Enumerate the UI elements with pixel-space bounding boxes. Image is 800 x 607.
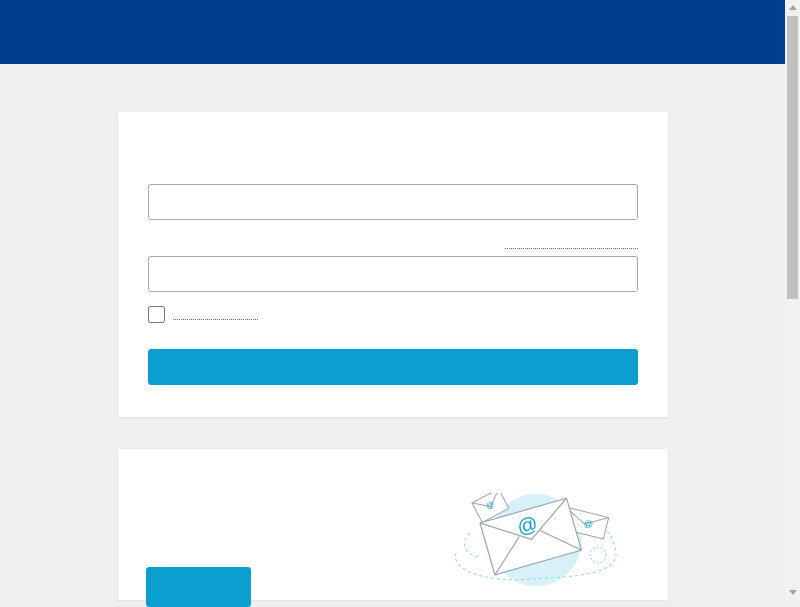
remember-me-checkbox[interactable] [148,306,165,323]
scroll-up-arrow-icon[interactable] [789,5,797,10]
promo-card: @ @ @ [118,449,668,607]
forgot-password-link[interactable] [505,248,638,249]
login-submit-button[interactable] [148,349,638,385]
top-header-bar [0,0,785,64]
remember-me-label[interactable] [173,319,258,320]
username-input[interactable] [148,184,638,220]
login-card [118,112,668,417]
scroll-thumb[interactable] [787,16,798,299]
password-input[interactable] [148,256,638,292]
promo-button[interactable] [146,567,251,607]
scroll-down-arrow-icon[interactable] [789,590,797,595]
email-envelopes-icon: @ @ @ [454,493,617,586]
page-scrollbar[interactable] [785,0,800,600]
